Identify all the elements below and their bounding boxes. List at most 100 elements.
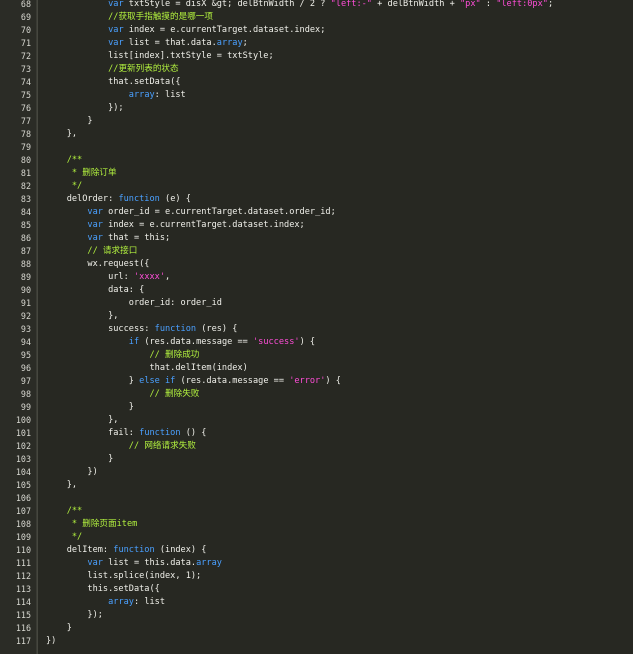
code-line[interactable]: 104 }) — [0, 466, 633, 479]
code-text[interactable]: that.setData({ — [46, 76, 180, 89]
code-text[interactable]: } — [46, 115, 92, 128]
code-line[interactable]: 90 data: { — [0, 284, 633, 297]
code-line[interactable]: 89 url: 'xxxx', — [0, 271, 633, 284]
code-text[interactable]: that.delItem(index) — [46, 362, 247, 375]
code-line[interactable]: 77 } — [0, 115, 633, 128]
code-line[interactable]: 82 */ — [0, 180, 633, 193]
code-text[interactable]: } — [46, 453, 113, 466]
code-line[interactable]: 113 this.setData({ — [0, 583, 633, 596]
code-text[interactable]: var order_id = e.currentTarget.dataset.o… — [46, 206, 335, 219]
code-text[interactable]: /** — [46, 154, 83, 167]
code-text[interactable]: array: list — [46, 596, 165, 609]
code-line[interactable]: 97 } else if (res.data.message == 'error… — [0, 375, 633, 388]
code-line[interactable]: 69 //获取手指触摸的是哪一项 — [0, 11, 633, 24]
code-line[interactable]: 114 array: list — [0, 596, 633, 609]
code-text[interactable]: fail: function () { — [46, 427, 206, 440]
code-text[interactable]: } — [46, 401, 134, 414]
code-line[interactable]: 88 wx.request({ — [0, 258, 633, 271]
code-text[interactable]: // 删除成功 — [46, 349, 199, 362]
code-line[interactable]: 105 }, — [0, 479, 633, 492]
code-line[interactable]: 74 that.setData({ — [0, 76, 633, 89]
code-text[interactable]: var list = that.data.array; — [46, 37, 248, 50]
code-text[interactable]: //获取手指触摸的是哪一项 — [46, 11, 213, 24]
code-text[interactable]: }, — [46, 414, 118, 427]
code-text[interactable]: }) — [46, 466, 97, 479]
code-text[interactable]: * 删除订单 — [46, 167, 117, 180]
code-line[interactable]: 75 array: list — [0, 89, 633, 102]
code-line[interactable]: 86 var that = this; — [0, 232, 633, 245]
code-line[interactable]: 115 }); — [0, 609, 633, 622]
code-line[interactable]: 94 if (res.data.message == 'success') { — [0, 336, 633, 349]
code-text[interactable]: * 删除页面item — [46, 518, 137, 531]
code-text[interactable]: var index = e.currentTarget.dataset.inde… — [46, 219, 304, 232]
code-line[interactable]: 70 var index = e.currentTarget.dataset.i… — [0, 24, 633, 37]
code-text[interactable]: // 删除失败 — [46, 388, 199, 401]
code-line[interactable]: 112 list.splice(index, 1); — [0, 570, 633, 583]
code-text[interactable]: */ — [46, 180, 82, 193]
code-line[interactable]: 96 that.delItem(index) — [0, 362, 633, 375]
code-line[interactable]: 101 fail: function () { — [0, 427, 633, 440]
code-line[interactable]: 103 } — [0, 453, 633, 466]
code-line[interactable]: 109 */ — [0, 531, 633, 544]
code-line[interactable]: 78 }, — [0, 128, 633, 141]
code-text[interactable]: var txtStyle = disX &gt; delBtnWidth / 2… — [46, 0, 553, 11]
code-text[interactable]: data: { — [46, 284, 144, 297]
code-lines[interactable]: 68 var txtStyle = disX &gt; delBtnWidth … — [0, 0, 633, 648]
code-line[interactable]: 99 } — [0, 401, 633, 414]
code-line[interactable]: 73 //更新列表的状态 — [0, 63, 633, 76]
code-text[interactable]: delItem: function (index) { — [46, 544, 207, 557]
code-line[interactable]: 72 list[index].txtStyle = txtStyle; — [0, 50, 633, 63]
code-editor[interactable]: 68 var txtStyle = disX &gt; delBtnWidth … — [0, 0, 633, 654]
code-line[interactable]: 81 * 删除订单 — [0, 167, 633, 180]
code-text[interactable]: array: list — [46, 89, 186, 102]
code-text[interactable]: // 网络请求失败 — [46, 440, 196, 453]
code-text[interactable]: this.setData({ — [46, 583, 159, 596]
code-text[interactable]: if (res.data.message == 'success') { — [46, 336, 315, 349]
code-line[interactable]: 102 // 网络请求失败 — [0, 440, 633, 453]
code-text[interactable]: }, — [46, 479, 77, 492]
code-line[interactable]: 84 var order_id = e.currentTarget.datase… — [0, 206, 633, 219]
code-text[interactable]: }); — [46, 609, 103, 622]
code-line[interactable]: 98 // 删除失败 — [0, 388, 633, 401]
code-line[interactable]: 95 // 删除成功 — [0, 349, 633, 362]
code-text[interactable]: var that = this; — [46, 232, 170, 245]
code-text[interactable]: var index = e.currentTarget.dataset.inde… — [46, 24, 325, 37]
code-line[interactable]: 76 }); — [0, 102, 633, 115]
code-line[interactable]: 83 delOrder: function (e) { — [0, 193, 633, 206]
code-line[interactable]: 108 * 删除页面item — [0, 518, 633, 531]
code-text[interactable]: // 请求接口 — [46, 245, 137, 258]
code-text[interactable]: //更新列表的状态 — [46, 63, 179, 76]
code-text[interactable]: delOrder: function (e) { — [46, 193, 191, 206]
code-text[interactable]: } else if (res.data.message == 'error') … — [46, 375, 341, 388]
code-text[interactable]: }); — [46, 102, 124, 115]
code-text[interactable]: list[index].txtStyle = txtStyle; — [46, 50, 274, 63]
code-line[interactable]: 116 } — [0, 622, 633, 635]
code-line[interactable]: 100 }, — [0, 414, 633, 427]
code-text[interactable]: var list = this.data.array — [46, 557, 222, 570]
code-line[interactable]: 92 }, — [0, 310, 633, 323]
code-text[interactable]: }, — [46, 128, 77, 141]
code-line[interactable]: 106 — [0, 492, 633, 505]
code-line[interactable]: 80 /** — [0, 154, 633, 167]
code-line[interactable]: 68 var txtStyle = disX &gt; delBtnWidth … — [0, 0, 633, 11]
code-text[interactable]: }) — [46, 635, 56, 648]
code-line[interactable]: 111 var list = this.data.array — [0, 557, 633, 570]
code-line[interactable]: 79 — [0, 141, 633, 154]
code-text[interactable]: order_id: order_id — [46, 297, 222, 310]
code-text[interactable]: /** — [46, 505, 83, 518]
code-text[interactable]: }, — [46, 310, 118, 323]
code-line[interactable]: 107 /** — [0, 505, 633, 518]
code-text[interactable]: url: 'xxxx', — [46, 271, 170, 284]
code-text[interactable]: success: function (res) { — [46, 323, 237, 336]
code-text[interactable]: */ — [46, 531, 82, 544]
code-line[interactable]: 93 success: function (res) { — [0, 323, 633, 336]
code-line[interactable]: 110 delItem: function (index) { — [0, 544, 633, 557]
code-line[interactable]: 87 // 请求接口 — [0, 245, 633, 258]
code-text[interactable]: wx.request({ — [46, 258, 149, 271]
code-text[interactable]: list.splice(index, 1); — [46, 570, 201, 583]
code-line[interactable]: 71 var list = that.data.array; — [0, 37, 633, 50]
code-line[interactable]: 85 var index = e.currentTarget.dataset.i… — [0, 219, 633, 232]
code-line[interactable]: 117}) — [0, 635, 633, 648]
code-line[interactable]: 91 order_id: order_id — [0, 297, 633, 310]
code-text[interactable]: } — [46, 622, 72, 635]
